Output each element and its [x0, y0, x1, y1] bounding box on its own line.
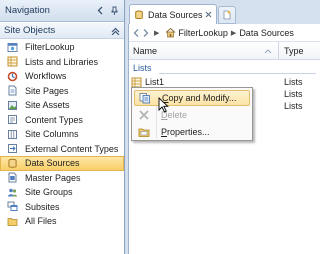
pin-icon[interactable] — [109, 6, 119, 16]
nav-item-subsites[interactable]: Subsites — [0, 200, 124, 215]
copy-modify-icon — [139, 92, 151, 104]
breadcrumb-site[interactable]: FilterLookup — [178, 28, 228, 38]
nav-item-master-pages[interactable]: Master Pages — [0, 171, 124, 186]
nav-item-lists-and-libraries[interactable]: Lists and Libraries — [0, 55, 124, 70]
master-page-icon — [7, 172, 18, 183]
forward-button[interactable] — [141, 27, 151, 39]
context-menu: Copy and Modify... Delete Properties... — [131, 87, 253, 141]
folder-icon — [7, 216, 18, 227]
chevron-right-icon: ▶ — [154, 29, 160, 37]
breadcrumb-data-sources[interactable]: Data Sources — [239, 28, 294, 38]
groups-icon — [7, 187, 18, 198]
external-content-icon — [7, 143, 18, 154]
list-icon — [131, 77, 142, 88]
nav-item-site-assets[interactable]: Site Assets — [0, 98, 124, 113]
close-tab-icon[interactable] — [204, 10, 213, 19]
workflow-icon — [7, 71, 18, 82]
data-source-icon — [7, 158, 18, 169]
nav-item-workflows[interactable]: Workflows — [0, 69, 124, 84]
menu-item-copy-and-modify[interactable]: Copy and Modify... — [134, 90, 250, 106]
delete-icon — [138, 109, 150, 121]
nav-item-data-sources[interactable]: Data Sources — [0, 156, 124, 171]
chevron-right-icon: ▶ — [230, 29, 237, 37]
nav-item-site-pages[interactable]: Site Pages — [0, 84, 124, 99]
tab-data-sources[interactable]: Data Sources — [129, 4, 217, 24]
tab-label: Data Sources — [148, 9, 203, 20]
column-header-name[interactable]: Name — [129, 42, 279, 59]
collapse-section-icon[interactable] — [110, 26, 120, 36]
breadcrumb: ▶ FilterLookup ▶ Data Sources — [129, 24, 320, 42]
nav-item-filterlookup[interactable]: FilterLookup — [0, 40, 124, 55]
site-objects-header[interactable]: Site Objects — [0, 23, 124, 39]
nav-item-site-columns[interactable]: Site Columns — [0, 127, 124, 142]
properties-icon — [138, 126, 150, 138]
navigation-pane: Navigation Site Objects FilterLookup Lis… — [0, 0, 125, 254]
new-tab-icon — [223, 10, 231, 20]
page-icon — [7, 85, 18, 96]
home-icon[interactable] — [165, 27, 176, 38]
navigation-header: Navigation — [0, 0, 124, 22]
nav-item-all-files[interactable]: All Files — [0, 214, 124, 229]
back-button[interactable] — [131, 27, 141, 39]
columns-icon — [7, 129, 18, 140]
group-divider — [159, 73, 316, 74]
nav-item-external-content-types[interactable]: External Content Types — [0, 142, 124, 157]
navigation-title: Navigation — [5, 5, 50, 16]
column-header: Name Type — [129, 42, 320, 60]
mouse-cursor-icon — [158, 97, 169, 113]
menu-item-properties[interactable]: Properties... — [134, 124, 250, 140]
nav-item-content-types[interactable]: Content Types — [0, 113, 124, 128]
chevron-up-icon — [264, 48, 272, 53]
list-icon — [7, 56, 18, 67]
content-types-icon — [7, 114, 18, 125]
column-header-type[interactable]: Type — [279, 42, 320, 59]
nav-item-site-groups[interactable]: Site Groups — [0, 185, 124, 200]
data-source-icon — [134, 10, 144, 20]
site-icon — [7, 42, 18, 53]
site-objects-label: Site Objects — [4, 25, 56, 36]
assets-icon — [7, 100, 18, 111]
new-tab-button[interactable] — [218, 6, 236, 24]
menu-item-delete[interactable]: Delete — [134, 107, 250, 123]
subsites-icon — [7, 201, 18, 212]
tab-strip: Data Sources — [126, 0, 320, 24]
minimize-pane-icon[interactable] — [95, 6, 105, 16]
site-objects-list: FilterLookup Lists and Libraries Workflo… — [0, 39, 124, 229]
